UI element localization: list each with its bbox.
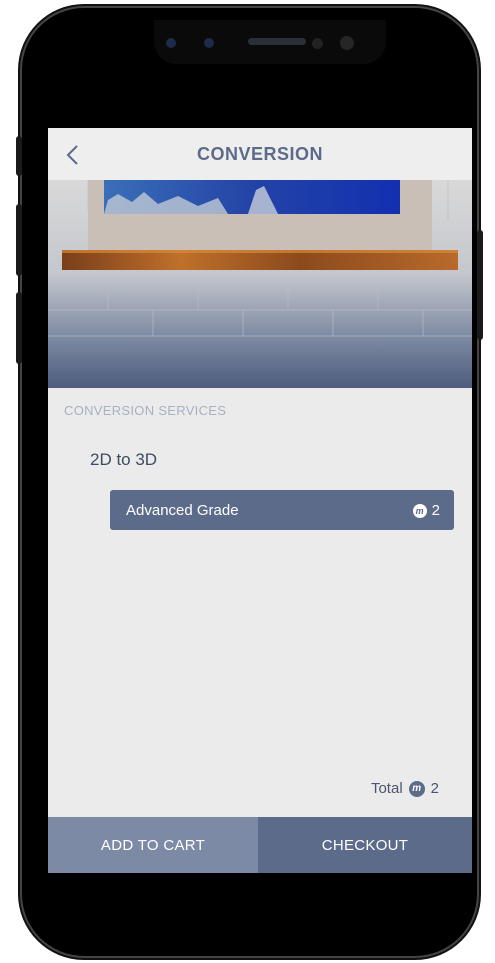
- navigation-bar: CONVERSION: [48, 128, 472, 180]
- credit-coin-icon: m: [412, 503, 427, 518]
- silent-switch: [16, 136, 22, 176]
- proximity-sensor-icon: [312, 38, 323, 49]
- bottom-action-bar: ADD TO CART CHECKOUT: [48, 817, 472, 873]
- grade-credit-value: 2: [431, 502, 440, 519]
- page-title: CONVERSION: [196, 144, 324, 164]
- camera-lens-icon: [340, 36, 354, 50]
- volume-up-button: [16, 204, 22, 276]
- speaker-grille: [248, 38, 306, 45]
- total-label: Total: [370, 780, 403, 797]
- service-name: 2D to 3D: [90, 450, 158, 469]
- checkout-button[interactable]: CHECKOUT: [258, 817, 472, 873]
- grade-option-button[interactable]: Advanced Grade m 2: [110, 490, 454, 530]
- window-frame-illustration: [48, 180, 472, 388]
- section-label: CONVERSION SERVICES: [64, 403, 227, 418]
- grade-credit: m 2: [412, 502, 440, 519]
- sensor-icon: [204, 38, 214, 48]
- app-screen: CONVERSION CONVERSION SERVICES 2D to 3D …: [48, 128, 472, 873]
- front-camera-icon: [166, 38, 176, 48]
- add-to-cart-button[interactable]: ADD TO CART: [48, 817, 258, 873]
- volume-down-button: [16, 292, 22, 364]
- grade-label: Advanced Grade: [126, 502, 239, 519]
- hero-image: [48, 180, 472, 388]
- total-summary: Total m 2: [371, 780, 439, 797]
- credit-coin-icon: m: [408, 780, 425, 797]
- total-value: 2: [430, 780, 439, 797]
- power-button: [477, 230, 483, 340]
